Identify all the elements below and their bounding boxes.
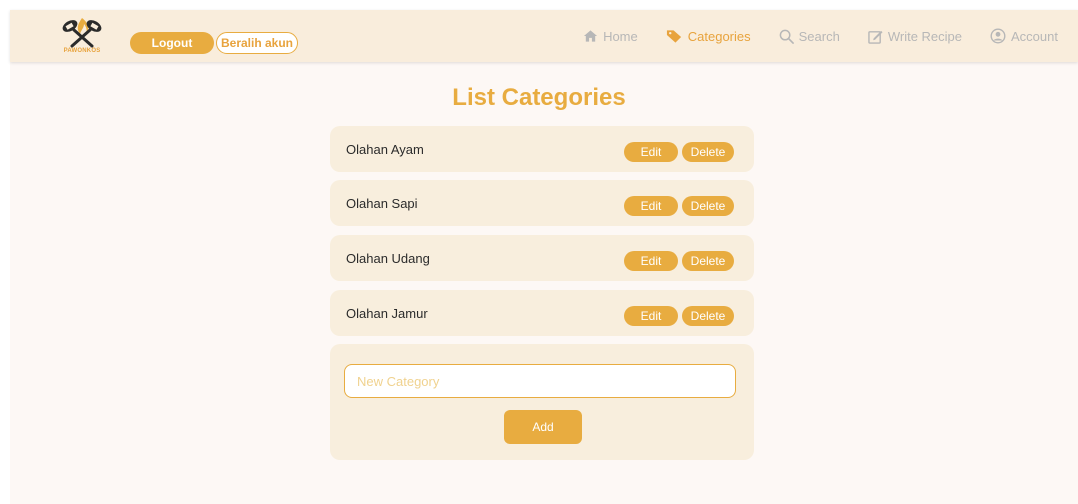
category-card: Olahan Udang Edit Delete bbox=[330, 235, 754, 281]
category-card: Olahan Jamur Edit Delete bbox=[330, 290, 754, 336]
nav-menu: Home Categories Search Write Recipe Acco… bbox=[555, 10, 1058, 62]
nav-label-write-recipe: Write Recipe bbox=[887, 28, 963, 44]
logout-button[interactable]: Logout bbox=[130, 32, 214, 54]
category-name: Olahan Ayam bbox=[346, 142, 424, 157]
search-icon bbox=[779, 29, 794, 44]
add-button[interactable]: Add bbox=[504, 410, 582, 444]
nav-label-account: Account bbox=[1011, 28, 1058, 44]
nav-item-search[interactable]: Search bbox=[779, 29, 840, 44]
edit-button[interactable]: Edit bbox=[624, 251, 678, 271]
brand-logo[interactable]: PAWONKOS bbox=[60, 14, 104, 60]
nav-label-search: Search bbox=[798, 28, 840, 44]
category-name: Olahan Udang bbox=[346, 251, 430, 266]
nav-item-categories[interactable]: Categories bbox=[666, 29, 751, 44]
navbar: PAWONKOS Logout Beralih akun Home Catego… bbox=[10, 10, 1078, 62]
category-name: Olahan Jamur bbox=[346, 306, 428, 321]
add-category-form: Add bbox=[330, 344, 754, 460]
nav-item-home[interactable]: Home bbox=[583, 29, 638, 44]
nav-item-account[interactable]: Account bbox=[990, 28, 1058, 44]
edit-button[interactable]: Edit bbox=[624, 196, 678, 216]
nav-label-categories: Categories bbox=[687, 28, 751, 44]
switch-account-button[interactable]: Beralih akun bbox=[216, 32, 298, 54]
edit-button[interactable]: Edit bbox=[624, 306, 678, 326]
tag-icon bbox=[666, 30, 681, 43]
utensils-flame-icon bbox=[62, 18, 102, 48]
brand-name: PAWONKOS bbox=[63, 48, 101, 54]
category-card: Olahan Sapi Edit Delete bbox=[330, 180, 754, 226]
delete-button[interactable]: Delete bbox=[682, 251, 734, 271]
nav-item-write-recipe[interactable]: Write Recipe bbox=[868, 29, 962, 44]
category-name: Olahan Sapi bbox=[346, 196, 418, 211]
delete-button[interactable]: Delete bbox=[682, 306, 734, 326]
delete-button[interactable]: Delete bbox=[682, 142, 734, 162]
new-category-input[interactable] bbox=[344, 364, 736, 398]
nav-label-home: Home bbox=[603, 28, 638, 44]
user-circle-icon bbox=[990, 28, 1006, 44]
delete-button[interactable]: Delete bbox=[682, 196, 734, 216]
page-title: List Categories bbox=[452, 84, 626, 111]
edit-icon bbox=[868, 30, 883, 44]
home-icon bbox=[584, 30, 598, 42]
category-card: Olahan Ayam Edit Delete bbox=[330, 126, 754, 172]
edit-button[interactable]: Edit bbox=[624, 142, 678, 162]
